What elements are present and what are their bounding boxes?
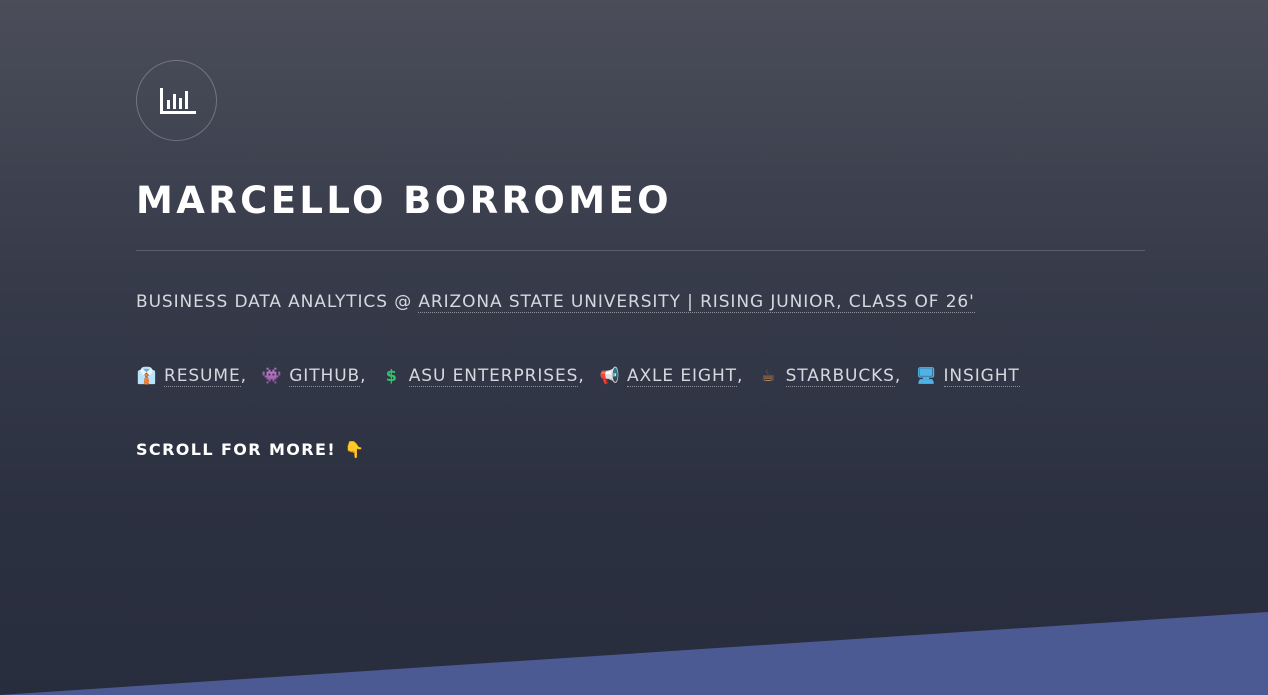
scroll-prompt-label: SCROLL FOR MORE! bbox=[136, 440, 337, 459]
resume-link[interactable]: RESUME bbox=[164, 366, 241, 387]
divider bbox=[136, 250, 1145, 251]
dollar-sign-icon: $ bbox=[385, 366, 398, 385]
axle-eight-link[interactable]: AXLE EIGHT bbox=[626, 366, 737, 387]
necktie-icon: 👔 bbox=[136, 366, 158, 385]
starbucks-link[interactable]: STARBUCKS bbox=[785, 366, 895, 387]
insight-link[interactable]: INSIGHT bbox=[943, 366, 1020, 387]
page-title: MARCELLO BORROMEO bbox=[136, 179, 672, 222]
separator: , bbox=[578, 366, 585, 386]
logo bbox=[136, 60, 217, 141]
pointing-down-hand-icon: 👇 bbox=[344, 440, 366, 459]
social-links: 👔 RESUME, 👾 GITHUB, $ ASU ENTERPRISES, 📢 AXL… bbox=[136, 364, 1020, 388]
separator: , bbox=[360, 366, 367, 386]
university-link[interactable]: ARIZONA STATE UNIVERSITY | RISING JUNIOR… bbox=[418, 292, 975, 313]
tagline-prefix: BUSINESS DATA ANALYTICS @ bbox=[136, 292, 419, 312]
computer-icon: 🖥 bbox=[915, 366, 938, 385]
separator: , bbox=[240, 366, 247, 386]
github-link[interactable]: GITHUB bbox=[289, 366, 361, 387]
tagline: BUSINESS DATA ANALYTICS @ ARIZONA STATE … bbox=[136, 290, 975, 314]
separator: , bbox=[736, 366, 744, 386]
coffee-icon: ☕ bbox=[760, 366, 777, 385]
bar-chart-icon bbox=[160, 88, 196, 114]
asu-enterprises-link[interactable]: ASU ENTERPRISES bbox=[408, 366, 579, 387]
space-invader-icon: 👾 bbox=[261, 366, 283, 385]
separator: , bbox=[894, 366, 902, 386]
megaphone-icon: 📢 bbox=[599, 366, 621, 385]
scroll-prompt: SCROLL FOR MORE! 👇 bbox=[136, 438, 365, 462]
